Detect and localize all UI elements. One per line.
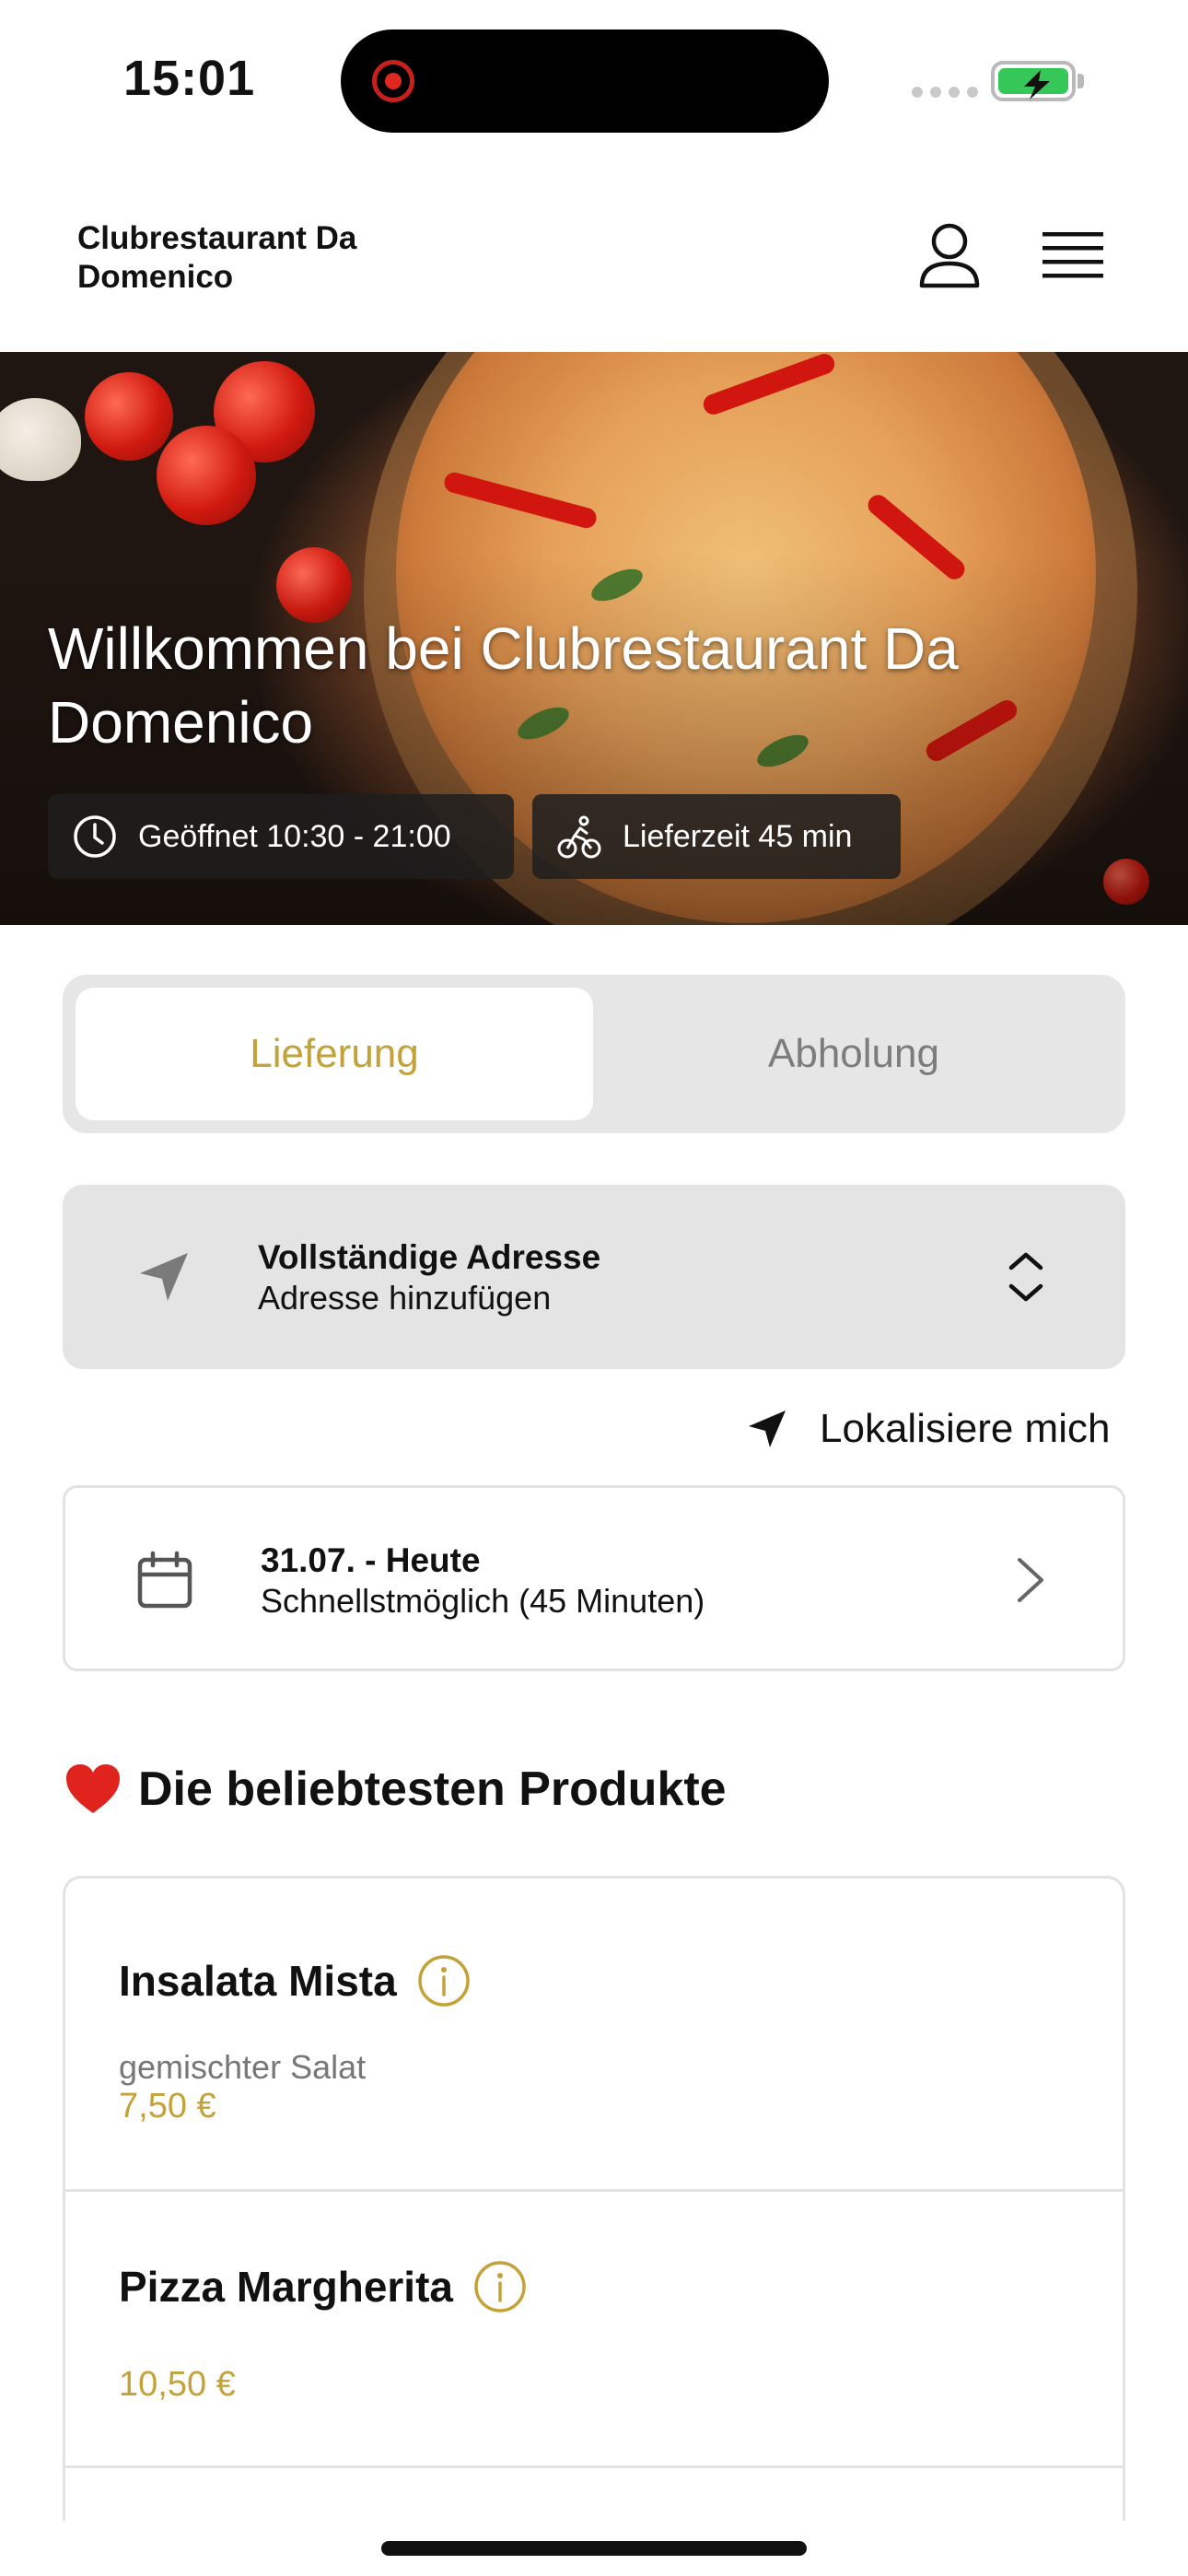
recording-indicator-icon — [372, 60, 414, 102]
hero-banner: Willkommen bei Clubrestaurant Da Domenic… — [0, 352, 1188, 925]
locate-me-label: Lokalisiere mich — [820, 1406, 1111, 1451]
tab-lieferung[interactable]: Lieferung — [76, 988, 593, 1120]
opening-hours-chip: Geöffnet 10:30 - 21:00 — [48, 794, 514, 879]
product-name: Insalata Mista — [119, 1957, 397, 2005]
menu-icon[interactable] — [1042, 228, 1103, 282]
address-selector[interactable]: Vollständige Adresse Adresse hinzufügen — [63, 1185, 1125, 1369]
calendar-icon — [137, 1551, 192, 1609]
order-mode-toggle: Lieferung Abholung — [63, 975, 1125, 1133]
home-indicator[interactable] — [381, 2541, 807, 2556]
schedule-time: Schnellstmöglich (45 Minuten) — [261, 1582, 705, 1620]
popular-products-title: Die beliebtesten Produkte — [138, 1762, 727, 1816]
cellular-signal-icon — [912, 87, 978, 98]
app-header: Clubrestaurant Da Domenico — [0, 157, 1188, 352]
locate-me-button[interactable]: Lokalisiere mich — [746, 1397, 1110, 1461]
delivery-time-selector[interactable]: 31.07. - Heute Schnellstmöglich (45 Minu… — [63, 1485, 1125, 1671]
status-time: 15:01 — [123, 51, 256, 106]
product-description: gemischter Salat — [119, 2048, 367, 2086]
user-icon[interactable] — [917, 221, 982, 289]
popular-products-heading: Die beliebtesten Produkte — [64, 1762, 727, 1817]
product-price: 10,50 € — [119, 2365, 236, 2404]
address-subtitle: Adresse hinzufügen — [258, 1279, 552, 1317]
product-card[interactable]: Insalata Mista gemischter Salat 7,50 € — [65, 1879, 1123, 2192]
product-card[interactable]: Pizza Margherita 10,50 € — [65, 2192, 1123, 2468]
schedule-date: 31.07. - Heute — [261, 1541, 481, 1579]
address-title: Vollständige Adresse — [258, 1238, 601, 1276]
delivery-time-text: Lieferzeit 45 min — [623, 818, 853, 854]
navigation-arrow-icon — [749, 1411, 786, 1447]
opening-hours-text: Geöffnet 10:30 - 21:00 — [138, 818, 451, 854]
clock-icon — [74, 815, 116, 858]
product-name-row: Insalata Mista — [119, 1954, 471, 2008]
status-bar: 15:01 — [0, 0, 1188, 157]
product-list: Insalata Mista gemischter Salat 7,50 € P… — [63, 1876, 1125, 2521]
delivery-time-chip: Lieferzeit 45 min — [532, 794, 901, 879]
product-name-row: Pizza Margherita — [119, 2260, 527, 2313]
info-icon[interactable] — [473, 2260, 527, 2313]
restaurant-name[interactable]: Clubrestaurant Da Domenico — [77, 219, 446, 297]
charging-bolt-icon — [1024, 70, 1050, 100]
hero-title: Willkommen bei Clubrestaurant Da Domenic… — [48, 615, 959, 755]
product-price: 7,50 € — [119, 2087, 216, 2125]
heart-icon — [66, 1764, 120, 1813]
bicycle-courier-icon — [557, 815, 601, 859]
info-icon[interactable] — [417, 1954, 471, 2008]
dynamic-island — [341, 29, 829, 133]
location-arrow-icon — [140, 1253, 188, 1301]
battery-tip — [1077, 74, 1084, 88]
chevron-up-down-icon — [1008, 1252, 1043, 1302]
battery-icon — [991, 61, 1076, 101]
product-name: Pizza Margherita — [119, 2263, 453, 2311]
tab-abholung[interactable]: Abholung — [595, 988, 1112, 1120]
chevron-right-icon — [1018, 1558, 1043, 1602]
